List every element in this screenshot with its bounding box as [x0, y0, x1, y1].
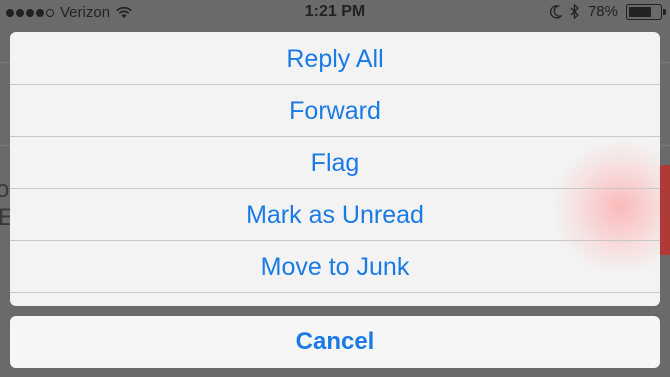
reply-all-button[interactable]: Reply All [10, 33, 660, 85]
cancel-button[interactable]: Cancel [10, 316, 660, 368]
status-right: 78% [550, 3, 666, 20]
move-to-junk-button[interactable]: Move to Junk [10, 241, 660, 293]
battery-percent: 78% [587, 3, 618, 20]
separator [10, 292, 660, 293]
forward-button[interactable]: Forward [10, 85, 660, 137]
battery-icon [626, 3, 666, 20]
moon-icon [550, 4, 562, 18]
action-sheet: Reply All Forward Flag Mark as Unread Mo… [10, 32, 660, 306]
bluetooth-icon [570, 4, 579, 19]
battery-level-fill [629, 6, 651, 17]
mark-as-unread-button[interactable]: Mark as Unread [10, 189, 660, 241]
flag-button[interactable]: Flag [10, 137, 660, 189]
status-bar: Verizon 1:21 PM 78% [0, 0, 670, 26]
